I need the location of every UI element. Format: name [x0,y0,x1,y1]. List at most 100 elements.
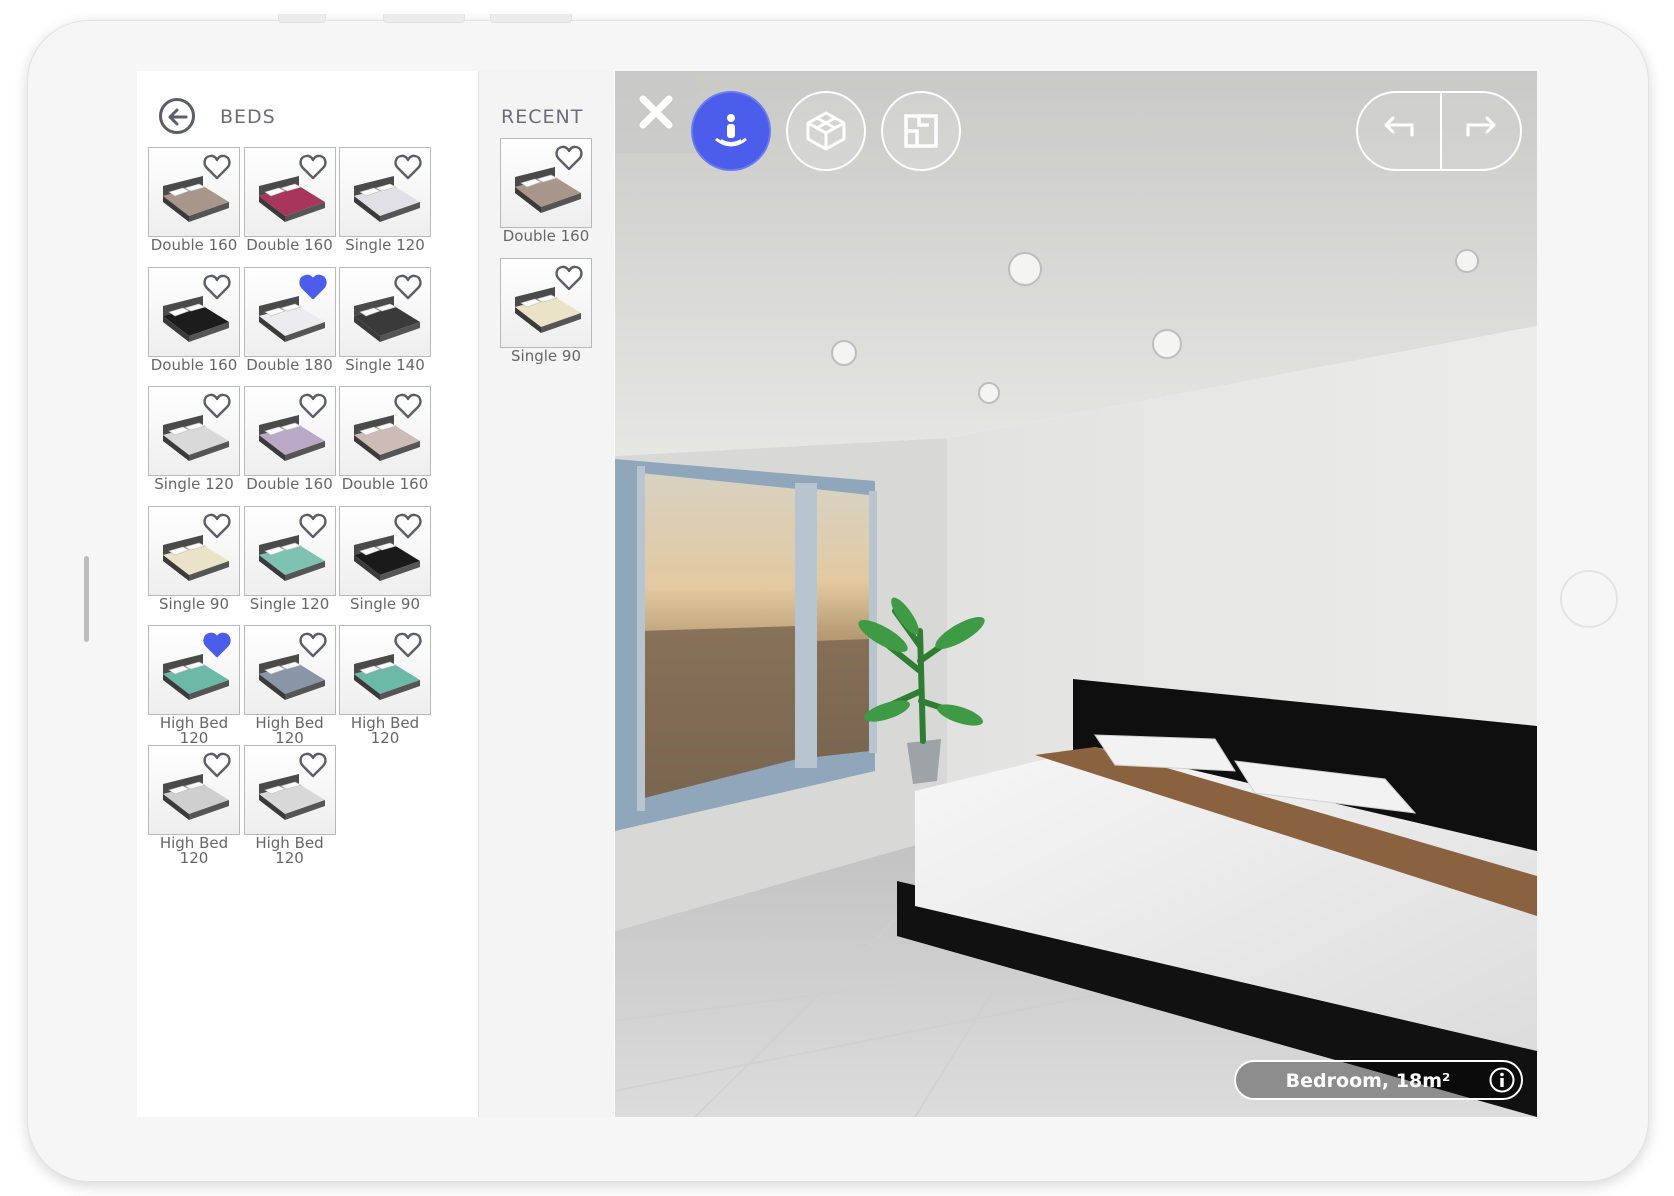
item-label: Double 180 [246,355,333,374]
favorite-heart-icon[interactable] [203,154,231,180]
item-thumbnail[interactable] [500,138,592,228]
item-thumbnail[interactable] [339,505,431,596]
item-label: Double 160 [246,475,333,493]
catalog-item[interactable]: Single 90 [500,257,592,364]
item-label: Double 160 [246,236,333,254]
catalog-item[interactable]: Single 120 [148,386,240,492]
item-label: Double 160 [150,355,238,374]
favorite-heart-icon[interactable] [394,632,422,658]
bed-preview-icon [258,415,325,461]
close-icon [639,95,673,129]
bed-preview-icon [258,295,325,342]
item-thumbnail[interactable] [243,625,336,715]
tablet-home-button [1560,570,1618,628]
catalog-panel: BEDS Double 160 Double 160 Single 120 Doubl… [137,71,479,1117]
recent-title: RECENT [501,106,584,128]
favorite-heart-icon[interactable] [298,752,327,778]
undo-redo-group [1356,91,1522,171]
catalog-item[interactable]: Single 120 [339,147,431,253]
item-label: High Bed 120 [159,833,229,867]
room-label: Bedroom, 18m² [1285,1070,1451,1092]
favorite-heart-icon[interactable] [555,145,583,171]
person-walkthrough-icon [715,114,747,147]
close-button[interactable] [615,71,697,153]
redo-icon [1466,116,1496,137]
catalog-item[interactable]: Single 120 [243,505,336,613]
bed-preview-icon [163,773,229,820]
item-thumbnail[interactable] [148,625,240,715]
item-label: Single 120 [154,475,234,493]
favorite-heart-icon[interactable] [203,752,231,778]
favorite-heart-icon[interactable] [203,632,231,658]
favorite-heart-icon[interactable] [203,513,231,539]
undo-button[interactable] [1358,93,1440,169]
bed-preview-icon [163,295,229,342]
bed-preview-icon [354,295,420,342]
item-thumbnail[interactable] [500,257,592,348]
item-thumbnail[interactable] [339,147,431,237]
item-thumbnail[interactable] [243,744,336,835]
favorite-heart-icon[interactable] [298,154,327,180]
bed-preview-icon [354,415,420,461]
catalog-item[interactable]: Double 160 [148,147,240,253]
catalog-item[interactable]: High Bed 120 [243,625,336,747]
item-thumbnail[interactable] [243,266,336,357]
info-icon[interactable] [1489,1067,1515,1093]
item-label: Single 90 [350,594,420,613]
item-thumbnail[interactable] [148,266,240,357]
item-thumbnail[interactable] [339,625,431,715]
catalog-item[interactable]: Double 160 [148,266,240,374]
room-render [615,71,1537,1117]
favorite-heart-icon[interactable] [298,393,327,419]
favorite-heart-icon[interactable] [394,393,422,419]
back-button[interactable] [159,98,195,134]
item-thumbnail[interactable] [339,266,431,357]
undo-icon [1384,116,1414,137]
favorite-heart-icon[interactable] [298,632,327,658]
item-label: High Bed 120 [255,714,324,747]
catalog-item[interactable]: Single 140 [339,266,431,373]
favorite-heart-icon[interactable] [203,274,231,300]
favorite-heart-icon[interactable] [394,513,422,539]
item-thumbnail[interactable] [243,147,336,237]
catalog-item[interactable]: High Bed 120 [243,744,336,866]
item-thumbnail[interactable] [243,505,336,596]
floorplan-mode-button[interactable] [881,91,961,171]
catalog-item[interactable]: Double 160 [243,147,336,254]
item-label: Single 120 [249,594,330,613]
item-thumbnail[interactable] [148,147,240,237]
bed-preview-icon [163,534,229,581]
item-thumbnail[interactable] [148,744,240,835]
item-thumbnail[interactable] [243,386,336,476]
room-info-pill[interactable]: Bedroom, 18m² [1234,1060,1523,1100]
redo-button[interactable] [1442,93,1524,169]
catalog-item[interactable]: Double 160 [500,138,592,244]
favorite-heart-icon[interactable] [298,274,327,300]
catalog-item[interactable]: Single 90 [148,505,240,613]
item-label: Single 120 [345,236,425,254]
favorite-heart-icon[interactable] [298,513,327,539]
catalog-item[interactable]: High Bed 120 [148,625,240,746]
3d-view-mode-button[interactable] [786,91,866,171]
favorite-heart-icon[interactable] [555,265,583,291]
item-thumbnail[interactable] [148,386,240,476]
tablet-side-button [84,556,89,642]
favorite-heart-icon[interactable] [394,154,422,180]
item-label: Single 90 [159,594,229,613]
catalog-item[interactable]: Double 180 [243,266,336,374]
walkthrough-mode-button[interactable] [691,91,771,171]
catalog-item[interactable]: Double 160 [339,386,431,492]
room-3d-view[interactable]: Bedroom, 18m² [615,71,1537,1117]
3d-box-icon [806,111,846,151]
catalog-item[interactable]: High Bed 120 [339,625,431,746]
favorite-heart-icon[interactable] [203,393,231,419]
catalog-item[interactable]: Single 90 [339,505,431,613]
recent-panel: RECENT Double 160 Single 90 [479,71,614,1117]
catalog-item[interactable]: Double 160 [243,386,336,493]
bed-preview-icon [354,176,420,222]
item-thumbnail[interactable] [148,505,240,596]
catalog-item[interactable]: High Bed 120 [148,744,240,867]
item-thumbnail[interactable] [339,386,431,476]
bed-preview-icon [258,534,325,581]
favorite-heart-icon[interactable] [394,274,422,300]
